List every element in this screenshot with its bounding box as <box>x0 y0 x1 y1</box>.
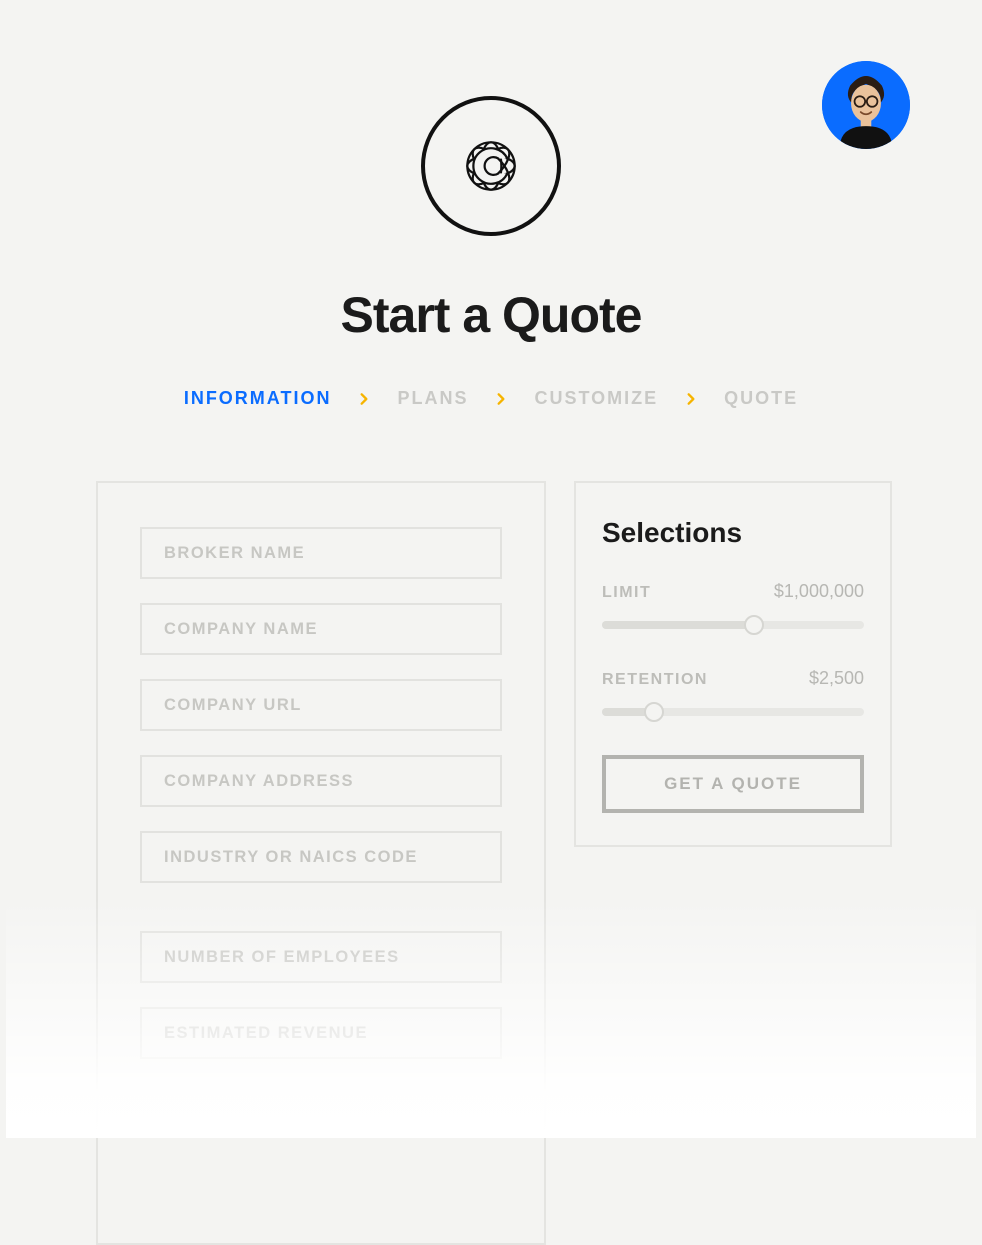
estimated-revenue-field[interactable] <box>140 1007 502 1059</box>
limit-label: LIMIT <box>602 584 651 602</box>
broker-name-field[interactable] <box>140 527 502 579</box>
chevron-right-icon <box>684 392 698 406</box>
limit-slider[interactable] <box>602 616 864 634</box>
retention-label: RETENTION <box>602 671 708 689</box>
step-information[interactable]: INFORMATION <box>184 388 332 409</box>
company-url-field[interactable] <box>140 679 502 731</box>
selections-card: Selections LIMIT $1,000,000 RETENTION $2… <box>574 481 892 847</box>
company-address-field[interactable] <box>140 755 502 807</box>
company-address-input[interactable] <box>164 772 478 791</box>
company-url-input[interactable] <box>164 696 478 715</box>
stepper: INFORMATION PLANS CUSTOMIZE QUOTE <box>6 388 976 409</box>
estimated-revenue-input[interactable] <box>164 1024 478 1043</box>
retention-value: $2,500 <box>809 668 864 689</box>
information-form-card <box>96 481 546 1245</box>
industry-code-field[interactable] <box>140 831 502 883</box>
limit-value: $1,000,000 <box>774 581 864 602</box>
company-name-input[interactable] <box>164 620 478 639</box>
page-title: Start a Quote <box>6 286 976 344</box>
chevron-right-icon <box>494 392 508 406</box>
step-customize[interactable]: CUSTOMIZE <box>534 388 658 409</box>
chevron-right-icon <box>357 392 371 406</box>
num-employees-input[interactable] <box>164 948 478 967</box>
step-quote[interactable]: QUOTE <box>724 388 798 409</box>
industry-code-input[interactable] <box>164 848 478 867</box>
selections-title: Selections <box>602 517 864 549</box>
retention-slider[interactable] <box>602 703 864 721</box>
step-plans[interactable]: PLANS <box>397 388 468 409</box>
broker-name-input[interactable] <box>164 544 478 563</box>
num-employees-field[interactable] <box>140 931 502 983</box>
company-name-field[interactable] <box>140 603 502 655</box>
get-quote-button[interactable]: GET A QUOTE <box>602 755 864 813</box>
company-logo-icon <box>421 96 561 236</box>
